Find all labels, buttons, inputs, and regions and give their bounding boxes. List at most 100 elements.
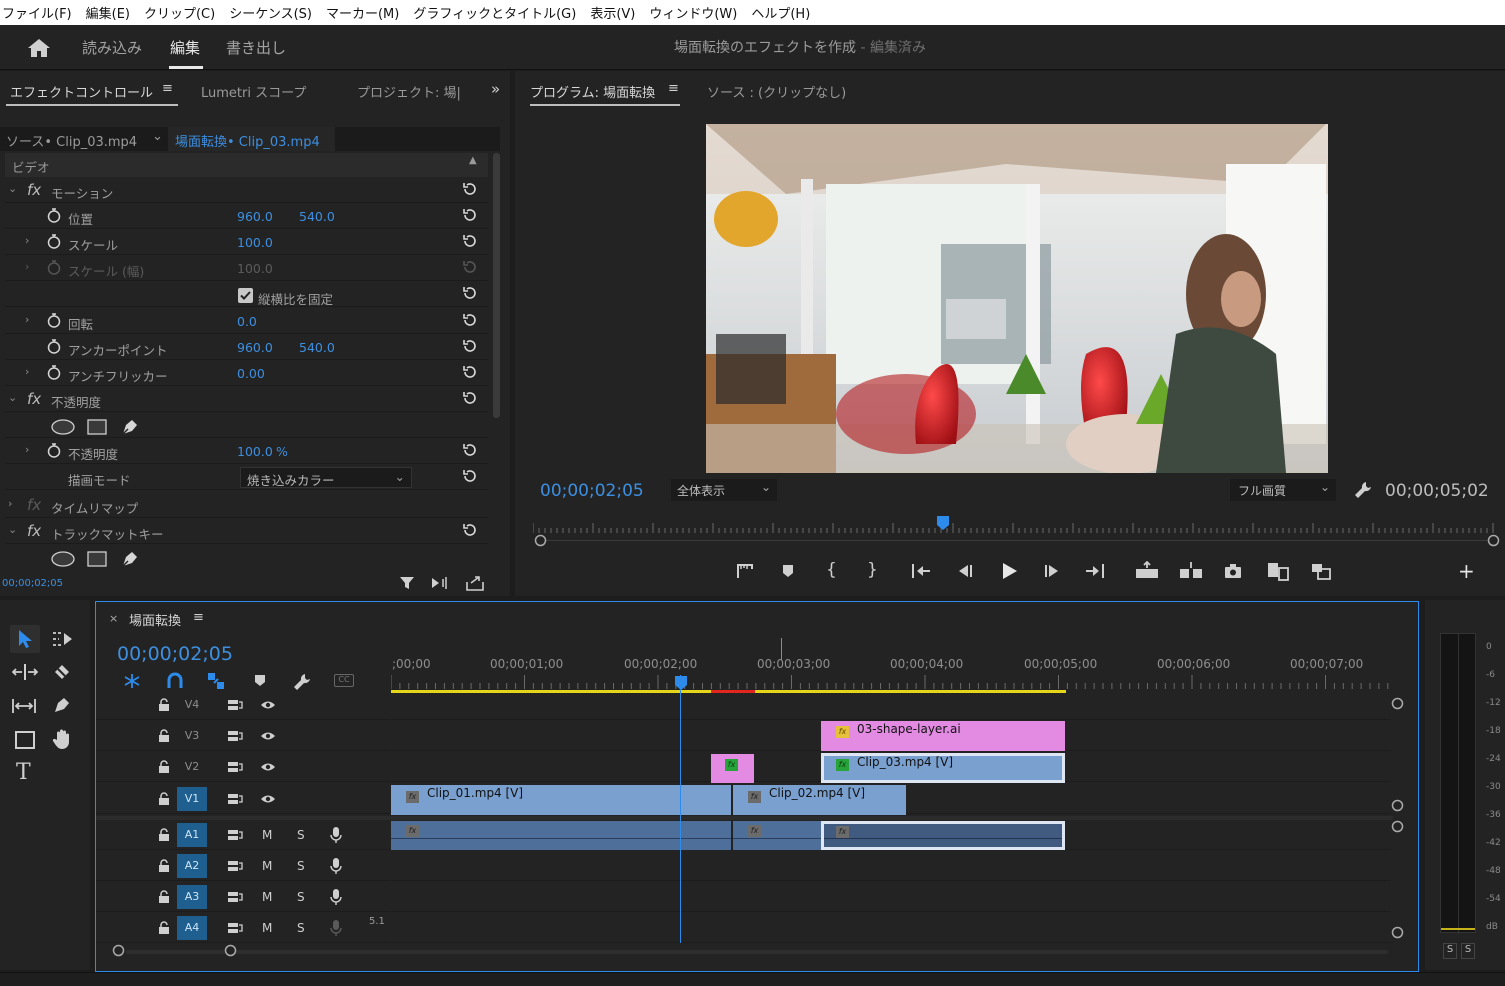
mark-in-icon[interactable]: { [826, 560, 837, 580]
reset-icon[interactable] [462, 285, 478, 301]
reset-icon[interactable] [462, 181, 478, 197]
timeline-playhead[interactable] [674, 675, 688, 691]
stopwatch-icon[interactable] [47, 313, 61, 328]
clip-clip02-audio[interactable]: fx [733, 821, 821, 850]
meter-solo-left[interactable]: S [1443, 943, 1457, 959]
tab-lumetri-scopes[interactable]: Lumetri スコープ [201, 82, 306, 101]
filter-icon[interactable] [398, 574, 416, 592]
captions-icon[interactable]: CC [334, 674, 354, 687]
mute-button[interactable]: M [262, 890, 272, 904]
zoom-handle-left[interactable] [534, 534, 547, 547]
step-back-icon[interactable] [955, 562, 975, 580]
slip-tool-icon[interactable] [10, 696, 38, 716]
lane-a4[interactable] [391, 913, 1391, 943]
lock-icon[interactable] [158, 890, 170, 904]
position-x-value[interactable]: 960.0 [237, 209, 273, 224]
video-preview[interactable] [706, 124, 1328, 473]
anchor-x-value[interactable]: 960.0 [237, 340, 273, 355]
microphone-icon[interactable] [330, 919, 342, 937]
sequence-clip-label[interactable]: 場面転換• Clip_03.mp4 [175, 131, 320, 150]
vertical-scroll-handle[interactable] [1391, 697, 1404, 710]
track-select-tool-icon[interactable] [51, 630, 75, 648]
lock-icon[interactable] [158, 760, 170, 774]
export-frame-icon[interactable] [465, 574, 485, 592]
tab-sequence[interactable]: 場面転換 [129, 610, 181, 629]
effect-motion[interactable]: ⌄ fx モーション [5, 178, 488, 203]
button-editor-plus-icon[interactable]: + [1458, 559, 1475, 583]
tab-project[interactable]: プロジェクト: 場| [357, 82, 461, 101]
stopwatch-icon[interactable] [47, 443, 61, 458]
ec-timecode[interactable]: 00;00;02;05 [2, 578, 63, 589]
solo-button[interactable]: S [297, 859, 305, 873]
clip-shape-layer[interactable]: fx 03-shape-layer.ai [821, 721, 1065, 751]
stopwatch-icon[interactable] [47, 208, 61, 223]
ripple-edit-tool-icon[interactable] [12, 662, 38, 682]
reset-icon[interactable] [462, 364, 478, 380]
anchor-y-value[interactable]: 540.0 [299, 340, 335, 355]
eye-icon[interactable] [260, 730, 276, 742]
rectangle-mask-icon[interactable] [87, 419, 107, 435]
pen-tool-icon[interactable] [52, 695, 72, 715]
reset-icon[interactable] [462, 207, 478, 223]
step-forward-icon[interactable] [1042, 562, 1062, 580]
menu-sequence[interactable]: シーケンス(S) [229, 3, 312, 22]
reset-icon[interactable] [462, 390, 478, 406]
lane-a2[interactable] [391, 851, 1391, 881]
microphone-icon[interactable] [330, 857, 342, 875]
panel-menu-icon[interactable]: ≡ [162, 81, 173, 96]
nest-toggle-icon[interactable] [122, 672, 142, 690]
comparison-view-icon[interactable] [1266, 561, 1290, 581]
mute-button[interactable]: M [262, 921, 272, 935]
multicam-icon[interactable] [1309, 561, 1333, 581]
close-icon[interactable]: × [109, 612, 118, 625]
timeline-timecode[interactable]: 00;00;02;05 [117, 643, 233, 665]
playback-quality-dropdown[interactable]: フル画質 ⌄ [1230, 479, 1336, 501]
menu-graphics[interactable]: グラフィックとタイトル(G) [413, 3, 576, 22]
solo-button[interactable]: S [297, 890, 305, 904]
tab-program[interactable]: プログラム: 場面転換 [530, 82, 655, 101]
chevron-right-icon[interactable]: › [25, 234, 29, 247]
lane-v4[interactable] [391, 690, 1391, 720]
selection-tool-icon[interactable] [16, 628, 34, 650]
sync-lock-icon[interactable] [227, 699, 243, 711]
track-name-v1[interactable]: V1 [177, 787, 207, 811]
vertical-scroll-handle[interactable] [1391, 926, 1404, 939]
lock-icon[interactable] [158, 859, 170, 873]
program-timecode[interactable]: 00;00;02;05 [540, 481, 644, 501]
eye-icon[interactable] [260, 761, 276, 773]
mark-out-icon[interactable]: } [867, 560, 878, 580]
sync-lock-icon[interactable] [227, 730, 243, 742]
snap-icon[interactable] [166, 672, 184, 690]
panel-menu-icon[interactable]: ≡ [668, 81, 679, 96]
go-to-out-icon[interactable] [1084, 562, 1106, 580]
opacity-value[interactable]: 100.0 [237, 444, 273, 459]
eye-icon[interactable] [260, 699, 276, 711]
sync-lock-icon[interactable] [227, 761, 243, 773]
reset-icon[interactable] [462, 312, 478, 328]
track-name-v3[interactable]: V3 [177, 724, 207, 748]
anti-flicker-value[interactable]: 0.00 [237, 366, 265, 381]
panel-menu-icon[interactable]: ≡ [193, 610, 204, 625]
solo-button[interactable]: S [297, 828, 305, 842]
zoom-handle-right[interactable] [1487, 534, 1500, 547]
chevron-down-icon[interactable]: ⌄ [152, 129, 163, 144]
linked-selection-icon[interactable] [206, 671, 226, 691]
microphone-icon[interactable] [330, 826, 342, 844]
reset-icon[interactable] [462, 442, 478, 458]
tab-effect-controls[interactable]: エフェクトコントロール [10, 82, 153, 101]
ellipse-mask-icon[interactable] [51, 551, 75, 567]
scale-value[interactable]: 100.0 [237, 235, 273, 250]
ellipse-mask-icon[interactable] [51, 419, 75, 435]
track-name-a1[interactable]: A1 [177, 823, 207, 847]
marker-settings-icon[interactable] [735, 561, 755, 581]
sync-lock-icon[interactable] [227, 922, 243, 934]
menu-edit[interactable]: 編集(E) [86, 3, 130, 22]
timeline-settings-wrench-icon[interactable] [292, 672, 312, 692]
blend-mode-dropdown[interactable]: 焼き込みカラー ⌄ [240, 467, 412, 488]
lane-a3[interactable] [391, 882, 1391, 912]
panel-overflow-icon[interactable]: » [491, 80, 500, 98]
track-name-a3[interactable]: A3 [177, 885, 207, 909]
rectangle-tool-icon[interactable] [14, 730, 36, 750]
sync-lock-icon[interactable] [227, 891, 243, 903]
track-name-v2[interactable]: V2 [177, 755, 207, 779]
